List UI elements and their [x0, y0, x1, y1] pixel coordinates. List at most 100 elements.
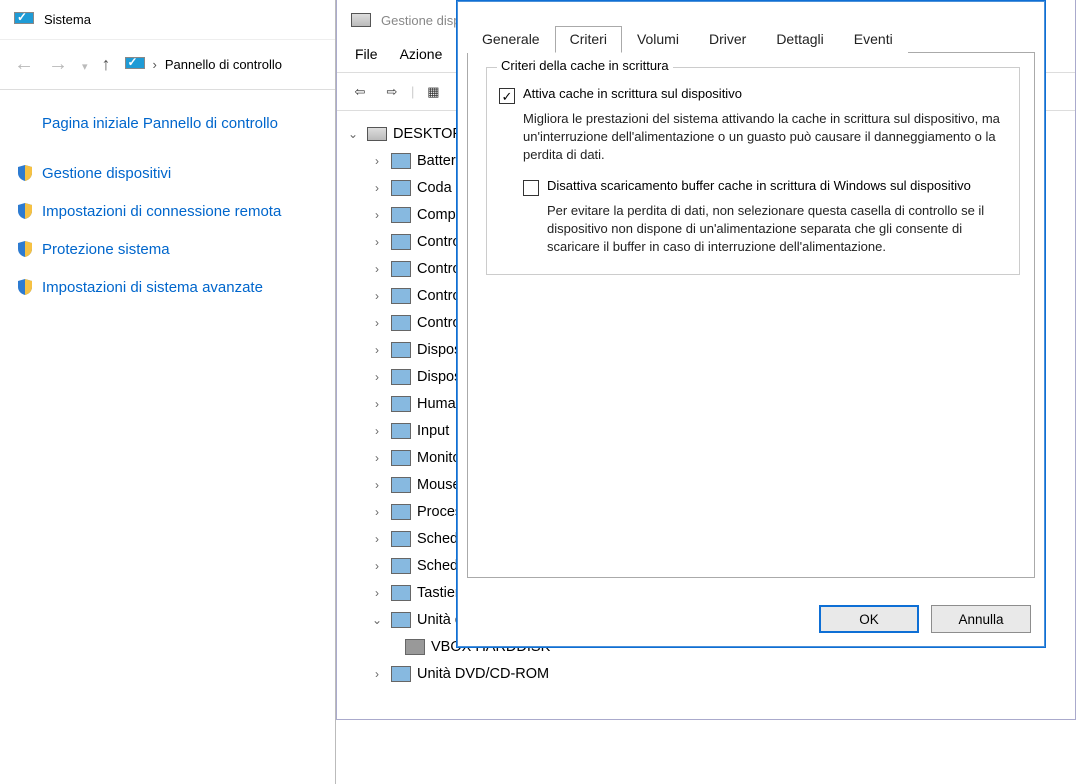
- disk-icon: [405, 639, 425, 655]
- shield-icon: [16, 164, 34, 182]
- dialog-buttons: OK Annulla: [819, 605, 1031, 633]
- chevron-right-icon[interactable]: ›: [369, 397, 385, 411]
- nav-back-icon[interactable]: ←: [14, 53, 34, 76]
- chevron-right-icon[interactable]: ›: [369, 370, 385, 384]
- menu-action[interactable]: Azione: [400, 46, 443, 62]
- device-category-icon: [391, 450, 411, 466]
- tab-content-criteria: Criteri della cache in scrittura Attiva …: [467, 53, 1035, 578]
- menu-file[interactable]: File: [355, 46, 378, 62]
- checkbox-enable-write-cache[interactable]: [499, 88, 515, 104]
- link-advanced-system[interactable]: Impostazioni di sistema avanzate: [42, 278, 312, 298]
- shield-icon: [16, 278, 34, 296]
- nav-dropdown-icon[interactable]: ▾: [82, 60, 88, 73]
- chevron-right-icon[interactable]: ›: [369, 505, 385, 519]
- link-system-protection[interactable]: Protezione sistema: [42, 240, 312, 260]
- chevron-right-icon[interactable]: ›: [369, 532, 385, 546]
- shield-icon: [16, 240, 34, 258]
- device-category-icon: [391, 558, 411, 574]
- dialog-tabs: Generale Criteri Volumi Driver Dettagli …: [467, 25, 1035, 53]
- fieldset-legend: Criteri della cache in scrittura: [497, 58, 673, 73]
- device-category-icon: [391, 315, 411, 331]
- tree-node-label: Input: [417, 423, 449, 439]
- tree-node[interactable]: › Unità DVD/CD-ROM: [345, 660, 1075, 687]
- chevron-right-icon[interactable]: ›: [369, 586, 385, 600]
- breadcrumb-icon: [125, 57, 145, 73]
- system-window: Sistema ← → ▾ ↑ › Pannello di controllo …: [0, 0, 336, 784]
- breadcrumb[interactable]: › Pannello di controllo: [125, 57, 282, 73]
- chevron-right-icon[interactable]: ›: [369, 451, 385, 465]
- device-category-icon: [391, 612, 411, 628]
- toolbar-properties-icon[interactable]: ▦: [420, 79, 446, 105]
- checkbox-enable-write-cache-row[interactable]: Attiva cache in scrittura sul dispositiv…: [499, 86, 1007, 104]
- system-title-text: Sistema: [44, 12, 91, 27]
- link-label: Impostazioni di connessione remota: [42, 202, 281, 222]
- checkbox-disable-label: Disattiva scaricamento buffer cache in s…: [547, 178, 971, 193]
- chevron-right-icon[interactable]: ›: [369, 343, 385, 357]
- device-category-icon: [391, 369, 411, 385]
- tree-root-label: DESKTOP: [393, 126, 462, 142]
- device-category-icon: [391, 423, 411, 439]
- chevron-right-icon[interactable]: ›: [369, 316, 385, 330]
- nav-forward-icon[interactable]: →: [48, 53, 68, 76]
- tab-details[interactable]: Dettagli: [761, 26, 838, 53]
- link-label: Protezione sistema: [42, 240, 170, 260]
- chevron-right-icon[interactable]: ›: [369, 424, 385, 438]
- system-titlebar: Sistema: [0, 0, 335, 40]
- chevron-right-icon[interactable]: ›: [369, 478, 385, 492]
- chevron-right-icon[interactable]: ›: [369, 667, 385, 681]
- checkbox-disable-flush[interactable]: [523, 180, 539, 196]
- nav-up-icon[interactable]: ↑: [102, 54, 111, 75]
- cancel-button[interactable]: Annulla: [931, 605, 1031, 633]
- toolbar-back-icon[interactable]: ⇦: [347, 79, 373, 105]
- system-navbar: ← → ▾ ↑ › Pannello di controllo: [0, 40, 335, 90]
- device-category-icon: [391, 288, 411, 304]
- chevron-right-icon[interactable]: ›: [369, 289, 385, 303]
- device-category-icon: [391, 234, 411, 250]
- chevron-right-icon: ›: [153, 57, 157, 72]
- device-category-icon: [391, 342, 411, 358]
- chevron-right-icon[interactable]: ›: [369, 181, 385, 195]
- tab-driver[interactable]: Driver: [694, 26, 761, 53]
- device-category-icon: [391, 531, 411, 547]
- chevron-right-icon[interactable]: ›: [369, 235, 385, 249]
- link-remote-connection[interactable]: Impostazioni di connessione remota: [42, 202, 312, 222]
- device-manager-icon: [351, 13, 371, 27]
- link-label: Gestione dispositivi: [42, 164, 171, 184]
- chevron-right-icon[interactable]: ›: [369, 154, 385, 168]
- device-category-icon: [391, 396, 411, 412]
- device-category-icon: [391, 207, 411, 223]
- device-category-icon: [391, 585, 411, 601]
- shield-icon: [16, 202, 34, 220]
- enable-write-cache-desc: Migliora le prestazioni del sistema atti…: [523, 110, 1007, 164]
- chevron-right-icon[interactable]: ›: [369, 208, 385, 222]
- tab-volumes[interactable]: Volumi: [622, 26, 694, 53]
- device-category-icon: [391, 180, 411, 196]
- device-category-icon: [391, 261, 411, 277]
- device-category-icon: [391, 504, 411, 520]
- toolbar-forward-icon[interactable]: ⇨: [379, 79, 405, 105]
- tab-criteria[interactable]: Criteri: [555, 26, 622, 53]
- device-category-icon: [391, 666, 411, 682]
- disable-flush-desc: Per evitare la perdita di dati, non sele…: [547, 202, 1007, 256]
- system-sidebar-links: Pagina iniziale Pannello di controllo Ge…: [0, 90, 335, 330]
- tree-node-label: Mouse: [417, 477, 461, 493]
- tree-node-label: Unità DVD/CD-ROM: [417, 666, 549, 682]
- chevron-down-icon[interactable]: ⌄: [369, 613, 385, 627]
- tab-general[interactable]: Generale: [467, 26, 555, 53]
- tab-events[interactable]: Eventi: [839, 26, 908, 53]
- breadcrumb-label[interactable]: Pannello di controllo: [165, 57, 282, 72]
- write-cache-fieldset: Criteri della cache in scrittura Attiva …: [486, 67, 1020, 275]
- device-category-icon: [391, 153, 411, 169]
- chevron-right-icon[interactable]: ›: [369, 559, 385, 573]
- control-panel-home-link[interactable]: Pagina iniziale Pannello di controllo: [42, 114, 292, 134]
- chevron-down-icon[interactable]: ⌄: [345, 127, 361, 141]
- system-icon: [14, 12, 34, 28]
- chevron-right-icon[interactable]: ›: [369, 262, 385, 276]
- ok-button[interactable]: OK: [819, 605, 919, 633]
- link-label: Impostazioni di sistema avanzate: [42, 278, 263, 298]
- link-device-manager[interactable]: Gestione dispositivi: [42, 164, 312, 184]
- properties-dialog: Generale Criteri Volumi Driver Dettagli …: [456, 0, 1046, 648]
- computer-icon: [367, 127, 387, 141]
- checkbox-disable-flush-row[interactable]: Disattiva scaricamento buffer cache in s…: [523, 178, 1007, 196]
- checkbox-enable-label: Attiva cache in scrittura sul dispositiv…: [523, 86, 742, 101]
